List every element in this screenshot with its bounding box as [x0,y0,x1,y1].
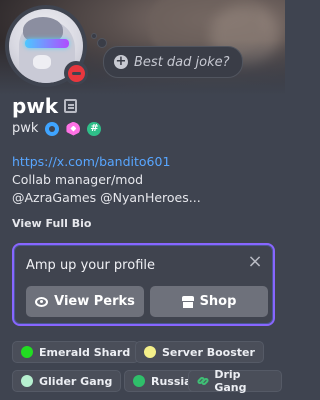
status-placeholder: Best dad joke? [134,54,230,70]
boost-badge-icon[interactable] [66,121,81,136]
role-name: Russia [151,374,192,388]
role-color-dot [21,375,33,387]
bio-line-1: Collab manager/mod [12,172,144,187]
role-color-dot [144,346,156,358]
eye-icon [35,296,49,307]
bio: https://x.com/bandito601 Collab manager/… [12,153,277,207]
shop-label: Shop [199,294,237,309]
username: pwk [12,121,39,136]
status-indicator [64,61,88,85]
role-name: Glider Gang [39,374,113,388]
shop-icon [181,295,194,308]
role-chip[interactable]: Glider Gang [12,370,122,392]
perks-card: Amp up your profile × View Perks Shop [12,243,275,326]
plus-icon: + [114,54,128,69]
view-perks-button[interactable]: View Perks [26,286,144,317]
role-color-dot [133,375,145,387]
nitro-badge-icon[interactable] [45,121,60,136]
role-name: Server Booster [162,345,255,359]
role-color-dot [21,346,33,358]
role-name: Emerald Shard [39,345,131,359]
close-icon[interactable]: × [247,253,263,271]
view-full-bio-link[interactable]: View Full Bio [12,217,91,230]
view-perks-label: View Perks [54,294,135,309]
display-name-text: pwk [12,94,59,118]
custom-status-bubble[interactable]: + Best dad joke? [103,46,243,78]
hashtag-badge-icon[interactable]: # [87,121,102,136]
note-icon[interactable] [64,99,78,113]
perks-title: Amp up your profile [26,258,155,273]
role-chip[interactable]: Emerald Shard [12,341,140,363]
bio-line-2: @AzraGames @NyanHeroes... [12,190,201,205]
do-not-disturb-icon [67,64,85,82]
display-name: pwk [12,94,78,118]
link-icon [197,375,208,387]
shop-button[interactable]: Shop [150,286,268,317]
role-name: Drip Gang [214,368,247,394]
bio-link[interactable]: https://x.com/bandito601 [12,153,277,171]
username-row: pwk # [12,121,102,136]
role-chip[interactable]: Server Booster [135,341,264,363]
role-chip[interactable]: Drip Gang [188,368,282,394]
